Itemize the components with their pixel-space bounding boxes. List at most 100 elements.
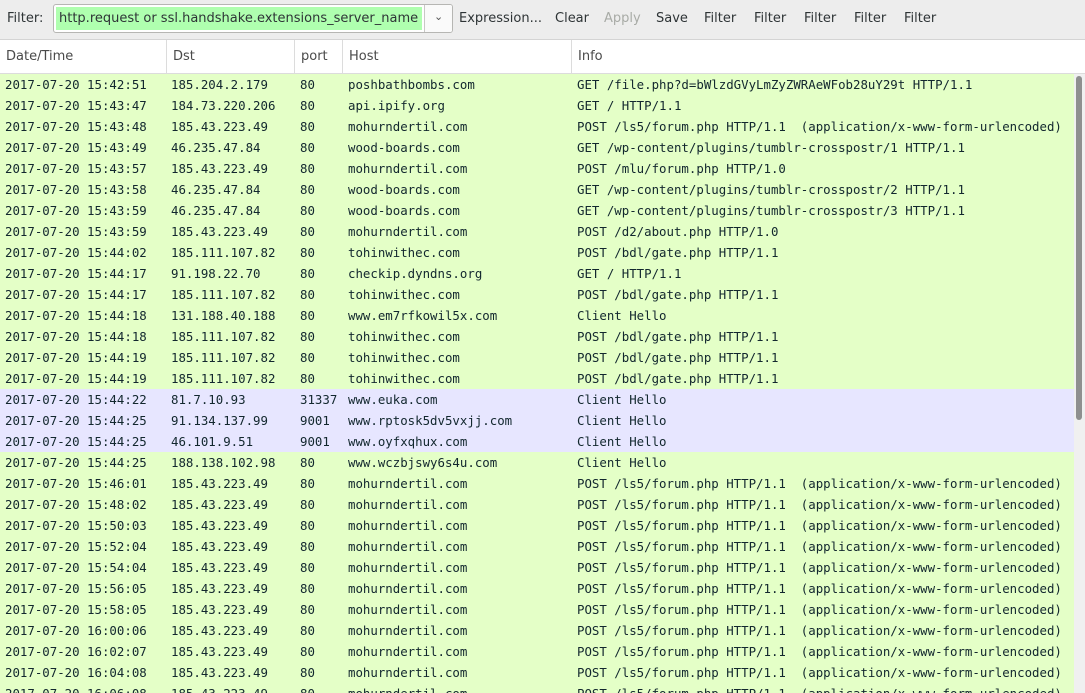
cell-info: POST /ls5/forum.php HTTP/1.1 (applicatio…	[577, 602, 1062, 617]
cell-host: wood-boards.com	[348, 182, 460, 197]
cell-host: www.oyfxqhux.com	[348, 434, 468, 449]
cell-info: POST /ls5/forum.php HTTP/1.1 (applicatio…	[577, 665, 1062, 680]
table-row[interactable]: 2017-07-20 15:50:03 185.43.223.49 80 mohurn…	[0, 515, 1074, 536]
cell-dst: 185.43.223.49	[171, 119, 268, 134]
cell-dst: 46.235.47.84	[171, 203, 261, 218]
filter-button-4[interactable]: Filter	[854, 11, 886, 26]
table-row[interactable]: 2017-07-20 15:44:17 91.198.22.70 80 checkip…	[0, 263, 1074, 284]
clear-button[interactable]: Clear	[555, 11, 589, 26]
column-header-port[interactable]: port	[295, 40, 343, 73]
cell-info: Client Hello	[577, 413, 667, 428]
cell-datetime: 2017-07-20 15:43:59	[5, 224, 147, 239]
cell-info: Client Hello	[577, 455, 667, 470]
cell-dst: 131.188.40.188	[171, 308, 276, 323]
table-row[interactable]: 2017-07-20 16:02:07 185.43.223.49 80 mohurn…	[0, 641, 1074, 662]
table-row[interactable]: 2017-07-20 15:52:04 185.43.223.49 80 mohurn…	[0, 536, 1074, 557]
cell-port: 9001	[300, 413, 330, 428]
table-row[interactable]: 2017-07-20 16:06:08 185.43.223.49 80 mohurn…	[0, 683, 1074, 693]
table-row[interactable]: 2017-07-20 15:43:47 184.73.220.206 80 api.i…	[0, 95, 1074, 116]
cell-dst: 185.43.223.49	[171, 518, 268, 533]
cell-dst: 185.43.223.49	[171, 539, 268, 554]
table-row[interactable]: 2017-07-20 15:42:51 185.204.2.179 80 poshba…	[0, 74, 1074, 95]
table-row[interactable]: 2017-07-20 15:44:25 91.134.137.99 9001 www.…	[0, 410, 1074, 431]
cell-host: mohurndertil.com	[348, 602, 468, 617]
cell-info: POST /ls5/forum.php HTTP/1.1 (applicatio…	[577, 683, 1074, 693]
cell-datetime: 2017-07-20 15:44:17	[5, 287, 147, 302]
table-row[interactable]: 2017-07-20 15:43:48 185.43.223.49 80 mohurn…	[0, 116, 1074, 137]
table-row[interactable]: 2017-07-20 15:43:49 46.235.47.84 80 wood-bo…	[0, 137, 1074, 158]
table-row[interactable]: 2017-07-20 15:56:05 185.43.223.49 80 mohurn…	[0, 578, 1074, 599]
save-button[interactable]: Save	[656, 11, 688, 26]
column-header-dst[interactable]: Dst	[167, 40, 295, 73]
apply-button[interactable]: Apply	[604, 11, 641, 26]
filter-button-1[interactable]: Filter	[704, 11, 736, 26]
table-row[interactable]: 2017-07-20 15:58:05 185.43.223.49 80 mohurn…	[0, 599, 1074, 620]
chevron-down-icon: ⌄	[434, 10, 444, 23]
table-row[interactable]: 2017-07-20 15:48:02 185.43.223.49 80 mohurn…	[0, 494, 1074, 515]
cell-info: POST /ls5/forum.php HTTP/1.1 (applicatio…	[577, 581, 1062, 596]
filter-button-5[interactable]: Filter	[904, 11, 936, 26]
cell-datetime: 2017-07-20 16:06:08	[5, 683, 167, 693]
table-row[interactable]: 2017-07-20 15:44:19 185.111.107.82 80 tohin…	[0, 368, 1074, 389]
table-row[interactable]: 2017-07-20 15:54:04 185.43.223.49 80 mohurn…	[0, 557, 1074, 578]
table-row[interactable]: 2017-07-20 15:44:18 185.111.107.82 80 tohin…	[0, 326, 1074, 347]
table-row[interactable]: 2017-07-20 16:00:06 185.43.223.49 80 mohurn…	[0, 620, 1074, 641]
column-header-info[interactable]: Info	[572, 40, 1085, 73]
display-filter-combo[interactable]: http.request or ssl.handshake.extensions…	[53, 4, 453, 33]
table-row[interactable]: 2017-07-20 15:44:02 185.111.107.82 80 tohin…	[0, 242, 1074, 263]
cell-datetime: 2017-07-20 15:44:25	[5, 413, 147, 428]
cell-datetime: 2017-07-20 15:44:19	[5, 350, 147, 365]
cell-info: POST /bdl/gate.php HTTP/1.1	[577, 371, 779, 386]
cell-info: GET / HTTP/1.1	[577, 266, 682, 281]
table-row[interactable]: 2017-07-20 15:44:25 188.138.102.98 80 www.w…	[0, 452, 1074, 473]
display-filter-toolbar: Filter: http.request or ssl.handshake.ex…	[0, 0, 1085, 40]
filter-history-dropdown-button[interactable]: ⌄	[424, 5, 452, 32]
cell-datetime: 2017-07-20 15:44:02	[5, 245, 147, 260]
table-row[interactable]: 2017-07-20 15:44:19 185.111.107.82 80 tohin…	[0, 347, 1074, 368]
packet-list-scrollbar[interactable]	[1074, 74, 1085, 693]
cell-dst: 185.43.223.49	[171, 602, 268, 617]
scrollbar-thumb[interactable]	[1076, 76, 1082, 420]
table-row[interactable]: 2017-07-20 15:44:17 185.111.107.82 80 tohin…	[0, 284, 1074, 305]
cell-port: 80	[300, 224, 315, 239]
cell-datetime: 2017-07-20 15:43:48	[5, 119, 147, 134]
cell-host: tohinwithec.com	[348, 287, 460, 302]
cell-info: POST /mlu/forum.php HTTP/1.0	[577, 161, 786, 176]
cell-host: mohurndertil.com	[348, 665, 468, 680]
cell-datetime: 2017-07-20 15:44:18	[5, 308, 147, 323]
table-row[interactable]: 2017-07-20 16:04:08 185.43.223.49 80 mohurn…	[0, 662, 1074, 683]
table-row[interactable]: 2017-07-20 15:44:22 81.7.10.93 31337 www.eu…	[0, 389, 1074, 410]
cell-host: mohurndertil.com	[348, 581, 468, 596]
filter-button-3[interactable]: Filter	[804, 11, 836, 26]
expression-button[interactable]: Expression...	[459, 11, 542, 26]
cell-info: POST /ls5/forum.php HTTP/1.1 (applicatio…	[577, 623, 1062, 638]
cell-port: 80	[300, 518, 315, 533]
cell-port: 80	[300, 182, 315, 197]
table-row[interactable]: 2017-07-20 15:44:25 46.101.9.51 9001 www.oy…	[0, 431, 1074, 452]
table-row[interactable]: 2017-07-20 15:46:01 185.43.223.49 80 mohurn…	[0, 473, 1074, 494]
cell-datetime: 2017-07-20 15:44:25	[5, 434, 147, 449]
column-header-host[interactable]: Host	[343, 40, 572, 73]
cell-info: POST /ls5/forum.php HTTP/1.1 (applicatio…	[577, 539, 1062, 554]
column-header-datetime[interactable]: Date/Time	[0, 40, 167, 73]
cell-dst: 46.101.9.51	[171, 434, 254, 449]
cell-host: tohinwithec.com	[348, 329, 460, 344]
cell-info: Client Hello	[577, 308, 667, 323]
cell-port: 80	[300, 266, 315, 281]
cell-info: POST /d2/about.php HTTP/1.0	[577, 224, 779, 239]
filter-button-2[interactable]: Filter	[754, 11, 786, 26]
table-row[interactable]: 2017-07-20 15:43:57 185.43.223.49 80 mohurn…	[0, 158, 1074, 179]
cell-port: 80	[300, 203, 315, 218]
cell-port: 80	[300, 98, 315, 113]
display-filter-input[interactable]: http.request or ssl.handshake.extensions…	[56, 7, 422, 30]
table-row[interactable]: 2017-07-20 15:44:18 131.188.40.188 80 www.e…	[0, 305, 1074, 326]
table-row[interactable]: 2017-07-20 15:43:59 185.43.223.49 80 mohurn…	[0, 221, 1074, 242]
cell-host: wood-boards.com	[348, 203, 460, 218]
table-row[interactable]: 2017-07-20 15:43:58 46.235.47.84 80 wood-bo…	[0, 179, 1074, 200]
cell-info: POST /ls5/forum.php HTTP/1.1 (applicatio…	[577, 497, 1062, 512]
table-row[interactable]: 2017-07-20 15:43:59 46.235.47.84 80 wood-bo…	[0, 200, 1074, 221]
packet-rows: 2017-07-20 15:42:51 185.204.2.179 80 poshba…	[0, 74, 1074, 693]
cell-info: GET / HTTP/1.1	[577, 98, 682, 113]
cell-datetime: 2017-07-20 16:00:06	[5, 623, 147, 638]
cell-dst: 185.111.107.82	[171, 350, 276, 365]
